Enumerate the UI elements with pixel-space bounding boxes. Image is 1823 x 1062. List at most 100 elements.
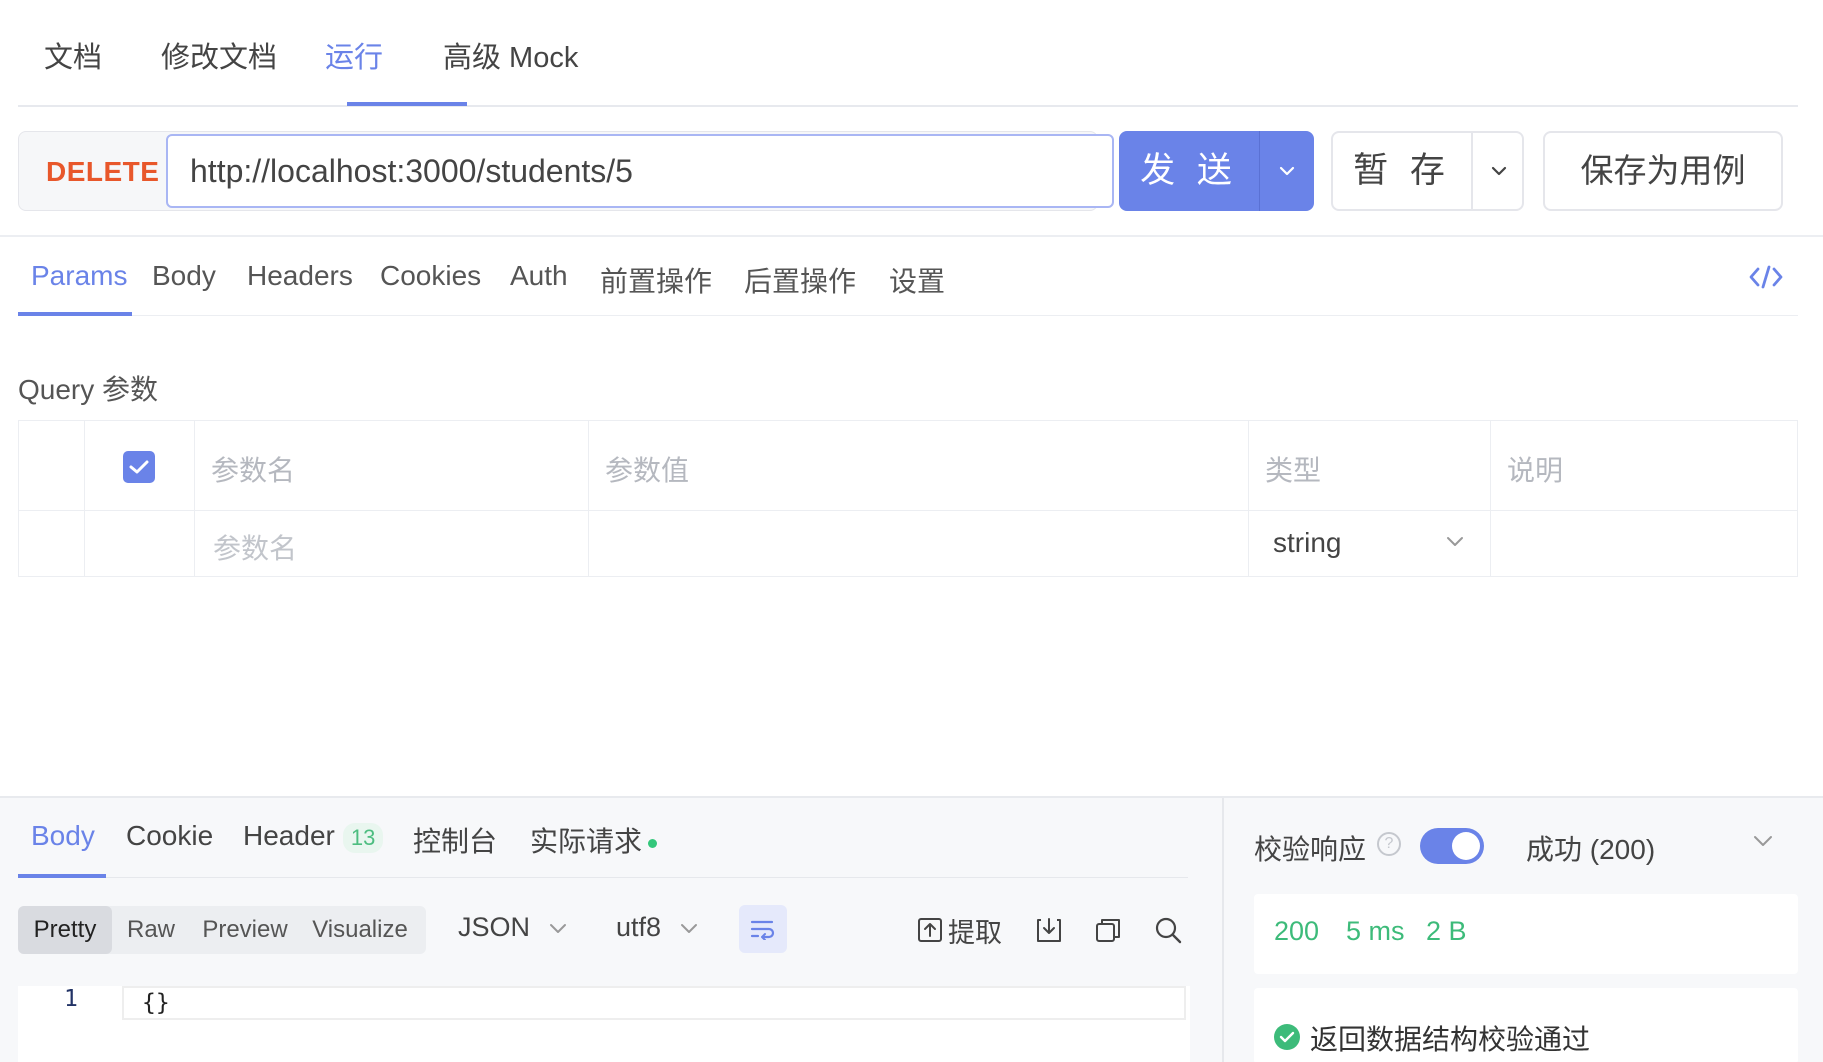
validate-response-label: 校验响应 — [1254, 834, 1367, 865]
row-check-cell — [85, 511, 195, 577]
view-pretty[interactable]: Pretty — [18, 906, 112, 954]
save-draft-button[interactable]: 暂 存 — [1333, 133, 1471, 209]
response-tab-body[interactable]: Body — [31, 820, 95, 852]
save-button-group: 暂 存 — [1331, 131, 1524, 211]
copy-button[interactable] — [1094, 913, 1122, 947]
divider — [18, 877, 1188, 878]
column-desc-label: 说明 — [1507, 455, 1564, 486]
format-select[interactable]: JSON — [458, 912, 568, 943]
tab-headers[interactable]: Headers — [247, 260, 353, 292]
active-tab-indicator — [18, 874, 106, 878]
code-snippet-button[interactable] — [1748, 262, 1784, 292]
tab-params[interactable]: Params — [31, 260, 127, 292]
word-wrap-icon — [750, 920, 775, 940]
column-name-label: 参数名 — [211, 455, 296, 486]
tab-post-actions[interactable]: 后置操作 — [744, 260, 856, 300]
format-value: JSON — [458, 912, 531, 942]
line-number: 1 — [64, 986, 78, 1012]
tab-body[interactable]: Body — [152, 260, 216, 292]
column-type-label: 类型 — [1265, 455, 1322, 486]
panel-divider[interactable] — [1222, 798, 1224, 1062]
response-panel: Body Cookie Header 13 控制台 实际请求 Pretty Raw… — [0, 796, 1823, 1062]
tab-edit-doc[interactable]: 修改文档 — [161, 34, 277, 76]
response-tab-actual-request[interactable]: 实际请求 — [530, 820, 658, 860]
param-type-select[interactable]: string — [1249, 511, 1491, 577]
url-input[interactable] — [166, 134, 1114, 208]
tab-advanced-mock[interactable]: 高级 Mock — [443, 34, 578, 76]
response-body-panel: Body Cookie Header 13 控制台 实际请求 Pretty Raw… — [0, 798, 1222, 1062]
request-line: DELETE — [18, 131, 1114, 211]
tab-pre-actions[interactable]: 前置操作 — [600, 260, 712, 300]
code-icon — [1749, 265, 1783, 289]
extract-label: 提取 — [948, 917, 1002, 948]
chevron-down-icon — [549, 923, 566, 933]
table-row: 参数名 string — [19, 511, 1797, 577]
send-options-button[interactable] — [1260, 131, 1314, 211]
validate-response-toggle[interactable] — [1420, 828, 1484, 864]
active-tab-indicator — [347, 102, 467, 106]
tab-doc[interactable]: 文档 — [44, 34, 102, 76]
word-wrap-toggle[interactable] — [739, 905, 787, 953]
method-selector[interactable]: DELETE — [46, 156, 159, 188]
param-value-cell[interactable] — [589, 511, 1249, 577]
api-runner-window: 文档 修改文档 运行 高级 Mock DELETE 发 送 暂 存 保存为用例 … — [0, 0, 1823, 1062]
column-header-type: 类型 — [1249, 421, 1491, 510]
chevron-down-icon[interactable] — [1752, 834, 1774, 848]
download-icon — [1037, 918, 1061, 942]
extract-icon — [918, 918, 942, 942]
chevron-down-icon — [1447, 537, 1463, 546]
response-tab-console[interactable]: 控制台 — [413, 820, 497, 860]
header-count-badge: 13 — [342, 822, 384, 853]
column-header-name: 参数名 — [195, 421, 589, 510]
select-all-cell — [85, 421, 195, 510]
column-value-label: 参数值 — [605, 455, 690, 486]
check-icon — [129, 460, 149, 474]
extract-button[interactable]: 提取 — [916, 913, 1002, 948]
search-icon — [1155, 917, 1182, 944]
response-tab-actual-request-label: 实际请求 — [530, 826, 643, 857]
active-tab-indicator — [18, 312, 132, 316]
send-button-group: 发 送 — [1119, 131, 1314, 211]
tab-run[interactable]: 运行 — [325, 34, 383, 76]
response-tab-header[interactable]: Header 13 — [243, 820, 384, 853]
copy-icon — [1096, 919, 1120, 942]
response-stats: 200 5 ms 2 B — [1254, 894, 1798, 974]
column-header-desc: 说明 — [1491, 421, 1799, 510]
validation-message-card: 返回数据结构校验通过 — [1254, 988, 1798, 1062]
response-tab-header-label: Header — [243, 820, 335, 851]
view-raw[interactable]: Raw — [112, 906, 190, 954]
view-mode-switcher: Pretty Raw Preview Visualize — [18, 906, 426, 954]
save-options-button[interactable] — [1473, 133, 1524, 209]
response-tab-cookie[interactable]: Cookie — [126, 820, 213, 852]
tab-cookies[interactable]: Cookies — [380, 260, 481, 292]
save-as-case-button[interactable]: 保存为用例 — [1543, 131, 1783, 211]
toggle-knob — [1452, 832, 1480, 860]
param-desc-cell[interactable] — [1491, 511, 1799, 577]
drag-handle-cell — [19, 511, 85, 577]
select-all-checkbox[interactable] — [123, 451, 155, 483]
response-size: 2 B — [1426, 916, 1467, 946]
status-code: 200 — [1274, 916, 1320, 946]
view-preview[interactable]: Preview — [190, 906, 300, 954]
check-circle-icon — [1274, 1024, 1300, 1050]
send-button[interactable]: 发 送 — [1119, 131, 1259, 211]
tab-auth[interactable]: Auth — [510, 260, 568, 292]
help-icon[interactable]: ? — [1377, 832, 1401, 856]
response-time: 5 ms — [1346, 916, 1405, 946]
validation-result-select[interactable]: 成功 (200) — [1526, 828, 1655, 868]
search-button[interactable] — [1154, 913, 1182, 947]
chevron-down-icon — [1491, 166, 1506, 176]
code-line: {} — [122, 986, 1186, 1020]
view-visualize[interactable]: Visualize — [300, 906, 420, 954]
check-icon — [1279, 1031, 1295, 1043]
download-button[interactable] — [1035, 913, 1063, 947]
drag-column — [19, 421, 85, 510]
tab-settings[interactable]: 设置 — [889, 260, 945, 300]
param-name-cell[interactable]: 参数名 — [195, 511, 589, 577]
query-section-title: Query 参数 — [18, 374, 159, 405]
param-name-input[interactable]: 参数名 — [213, 527, 297, 567]
chevron-down-icon — [680, 923, 697, 933]
response-code-editor[interactable]: 1 {} — [18, 986, 1190, 1062]
encoding-select[interactable]: utf8 — [616, 912, 699, 943]
divider — [0, 235, 1823, 237]
